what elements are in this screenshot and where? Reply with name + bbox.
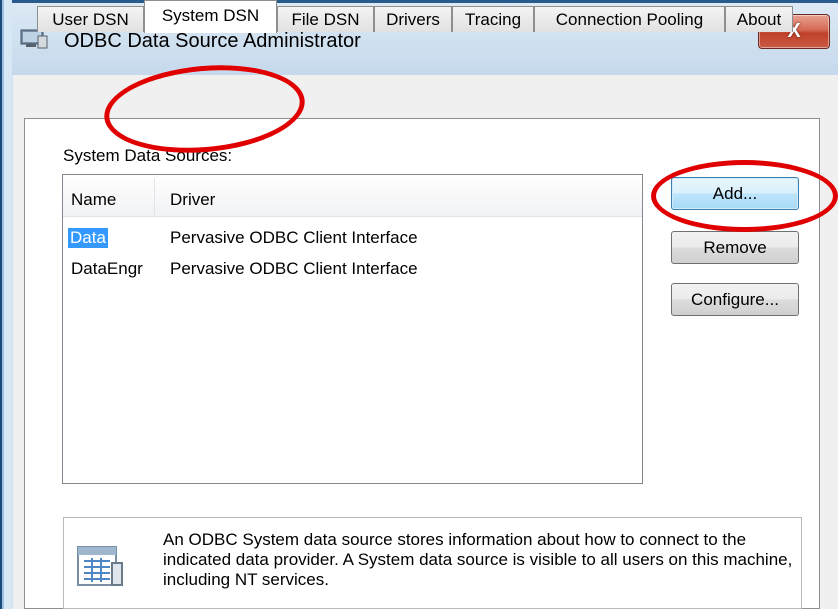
window-title: ODBC Data Source Administrator: [64, 30, 361, 52]
tab-file-dsn[interactable]: File DSN: [277, 6, 374, 32]
tab-system-dsn[interactable]: System DSN: [144, 0, 277, 33]
configure-button[interactable]: Configure...: [671, 283, 799, 316]
system-data-sources-label: System Data Sources:: [63, 146, 233, 165]
list-item-driver[interactable]: Pervasive ODBC Client Interface: [170, 228, 418, 248]
list-item-name[interactable]: Data: [68, 228, 108, 248]
add-button[interactable]: Add...: [671, 177, 799, 210]
column-header-driver[interactable]: Driver: [170, 190, 215, 210]
list-item-name[interactable]: DataEngr: [71, 259, 143, 279]
tab-connection-pooling[interactable]: Connection Pooling: [534, 6, 725, 32]
list-item-driver[interactable]: Pervasive ODBC Client Interface: [170, 259, 418, 279]
tab-tracing[interactable]: Tracing: [452, 6, 534, 32]
column-separator[interactable]: [154, 178, 155, 215]
data-source-icon: [77, 546, 123, 586]
column-header-name[interactable]: Name: [71, 190, 116, 210]
tab-about[interactable]: About: [725, 6, 793, 32]
remove-button[interactable]: Remove: [671, 231, 799, 264]
info-description: An ODBC System data source stores inform…: [163, 530, 793, 589]
tab-user-dsn[interactable]: User DSN: [37, 6, 144, 32]
list-header: [63, 175, 642, 217]
window-left-border: [0, 0, 12, 609]
data-source-list[interactable]: [62, 174, 643, 484]
tab-drivers[interactable]: Drivers: [374, 6, 452, 32]
